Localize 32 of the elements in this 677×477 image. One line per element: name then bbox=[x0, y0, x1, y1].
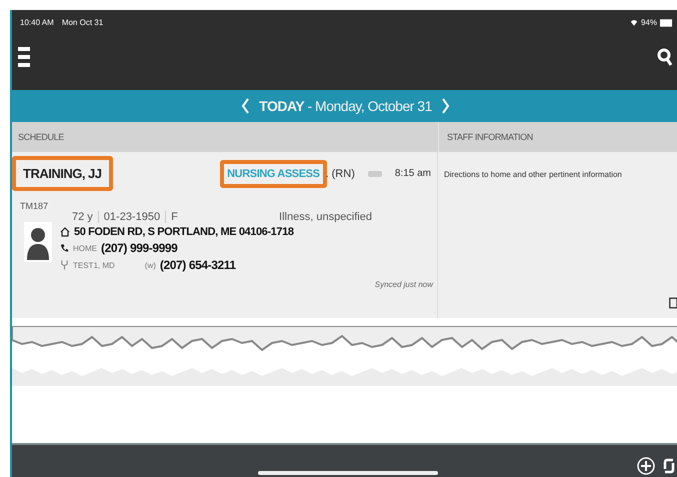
add-icon[interactable] bbox=[637, 457, 655, 475]
staff-information: Directions to home and other pertinent information bbox=[444, 170, 623, 179]
visit-role: . (RN) bbox=[326, 168, 355, 180]
patient-dob: 01-23-1950 bbox=[98, 211, 160, 223]
home-icon bbox=[60, 227, 70, 237]
column-header: STAFF INFORMATION bbox=[446, 131, 534, 144]
phone-icon bbox=[60, 243, 69, 253]
avatar-icon bbox=[24, 222, 52, 262]
work-phone: (207) 654-3211 bbox=[160, 258, 236, 272]
battery-level: 94% bbox=[640, 18, 657, 27]
patient-sex: F bbox=[165, 211, 178, 223]
patient-name[interactable]: TRAINING, JJ bbox=[12, 156, 113, 191]
diagnosis: Illness, unspecified bbox=[279, 211, 372, 223]
wifi-icon bbox=[630, 18, 638, 27]
patient-id: TM187 bbox=[19, 200, 50, 211]
previous-day-icon[interactable] bbox=[241, 98, 250, 114]
next-day-icon[interactable] bbox=[442, 98, 450, 114]
status-date: Mon Oct 31 bbox=[62, 18, 104, 27]
visit-time: 8:15 am bbox=[394, 168, 431, 179]
battery-icon bbox=[660, 18, 673, 26]
status-time: 10:40 AM bbox=[20, 18, 54, 27]
work-label: (w) bbox=[144, 260, 156, 270]
search-icon[interactable] bbox=[657, 48, 673, 66]
menu-icon[interactable] bbox=[18, 47, 30, 67]
physician-name: TEST1, MD bbox=[73, 260, 115, 270]
patient-address: 50 FODEN RD, S PORTLAND, ME 04106-1718 bbox=[74, 226, 294, 238]
home-phone: (207) 999-9999 bbox=[101, 241, 178, 255]
sync-icon[interactable] bbox=[663, 457, 675, 475]
sync-status: Synced just now bbox=[374, 280, 433, 289]
phone-label: HOME bbox=[73, 244, 97, 252]
patient-age: 72 y bbox=[72, 211, 93, 223]
status-pill bbox=[368, 170, 382, 176]
